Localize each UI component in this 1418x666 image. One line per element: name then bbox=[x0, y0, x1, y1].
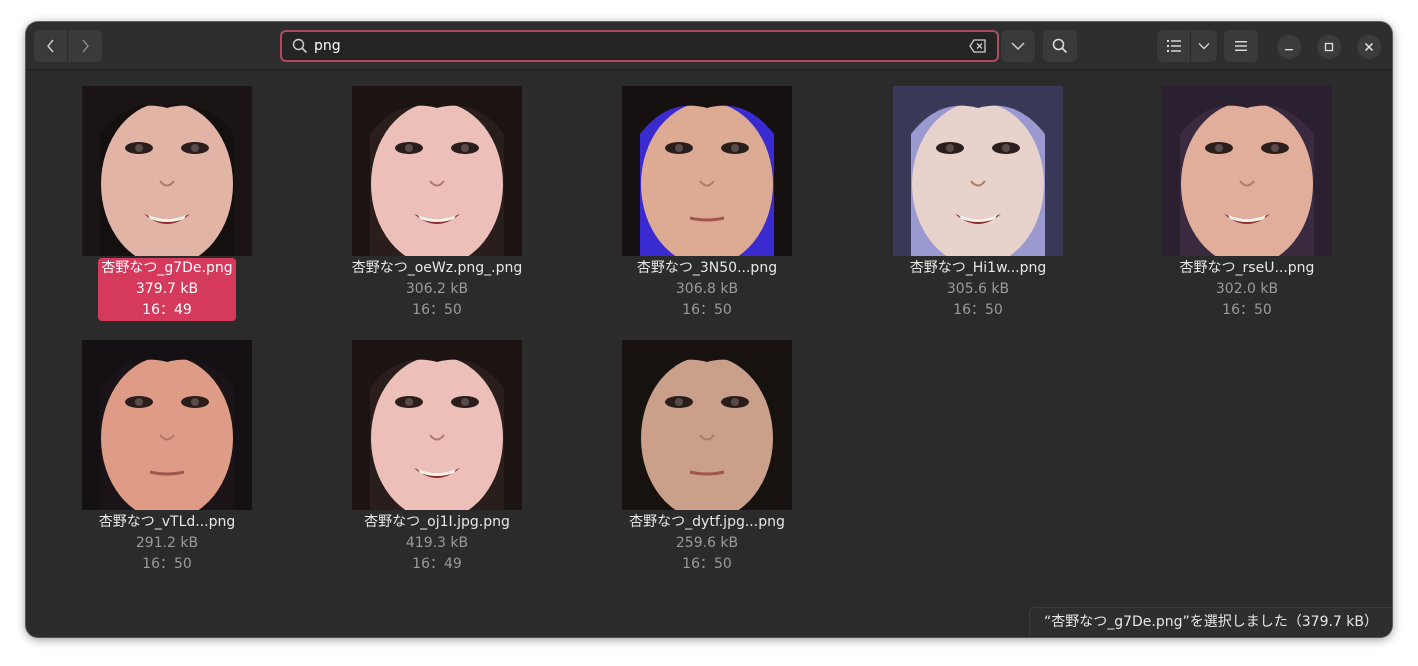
file-item[interactable]: 杏野なつ_oj1I.jpg.png 419.3 kB 16：49 bbox=[317, 340, 557, 580]
file-thumbnail[interactable] bbox=[893, 86, 1063, 256]
file-time: 16：50 bbox=[682, 302, 732, 318]
file-label[interactable]: 杏野なつ_oj1I.jpg.png 419.3 kB 16：49 bbox=[317, 512, 557, 575]
file-item[interactable]: 杏野なつ_dytf.jpg...png 259.6 kB 16：50 bbox=[587, 340, 827, 580]
search-options-dropdown-button[interactable] bbox=[1001, 30, 1035, 62]
file-time: 16：50 bbox=[1222, 302, 1272, 318]
hamburger-menu-icon bbox=[1235, 41, 1247, 51]
close-icon bbox=[1364, 42, 1374, 52]
file-thumbnail[interactable] bbox=[622, 340, 792, 510]
file-label[interactable]: 杏野なつ_rseU...png 302.0 kB 16：50 bbox=[1127, 258, 1367, 321]
header-bar: png bbox=[26, 22, 1392, 70]
file-name: 杏野なつ_oeWz.png_.png bbox=[351, 260, 523, 276]
navigation-button-group bbox=[34, 30, 102, 62]
file-time: 16：49 bbox=[142, 302, 192, 318]
file-item[interactable]: 杏野なつ_rseU...png 302.0 kB 16：50 bbox=[1127, 86, 1367, 326]
maximize-icon bbox=[1324, 42, 1334, 52]
file-size: 291.2 kB bbox=[135, 535, 199, 551]
search-query-text[interactable]: png bbox=[314, 38, 341, 54]
file-label[interactable]: 杏野なつ_g7De.png 379.7 kB 16：49 bbox=[47, 258, 287, 321]
file-thumbnail[interactable] bbox=[82, 86, 252, 256]
file-size: 379.7 kB bbox=[135, 281, 199, 297]
file-item[interactable]: 杏野なつ_vTLd...png 291.2 kB 16：50 bbox=[47, 340, 287, 580]
file-label[interactable]: 杏野なつ_3N50...png 306.8 kB 16：50 bbox=[587, 258, 827, 321]
file-chooser-window: png 杏野なつ_g7De.png 379.7 kB 16：49 杏野なつ_oe… bbox=[26, 22, 1392, 637]
list-view-icon bbox=[1166, 40, 1181, 52]
main-menu-button[interactable] bbox=[1224, 30, 1258, 62]
chevron-right-icon bbox=[82, 39, 89, 53]
file-time: 16：49 bbox=[412, 556, 462, 572]
file-time: 16：50 bbox=[142, 556, 192, 572]
file-item[interactable]: 杏野なつ_Hi1w...png 305.6 kB 16：50 bbox=[858, 86, 1098, 326]
file-label[interactable]: 杏野なつ_Hi1w...png 305.6 kB 16：50 bbox=[858, 258, 1098, 321]
file-thumbnail[interactable] bbox=[1162, 86, 1332, 256]
file-grid: 杏野なつ_g7De.png 379.7 kB 16：49 杏野なつ_oeWz.png_… bbox=[26, 70, 1392, 637]
chevron-down-icon bbox=[1011, 42, 1025, 51]
file-size: 259.6 kB bbox=[675, 535, 739, 551]
file-name: 杏野なつ_rseU...png bbox=[1179, 260, 1315, 276]
file-item[interactable]: 杏野なつ_g7De.png 379.7 kB 16：49 bbox=[47, 86, 287, 326]
search-icon bbox=[1052, 38, 1068, 54]
file-label[interactable]: 杏野なつ_vTLd...png 291.2 kB 16：50 bbox=[47, 512, 287, 575]
file-item[interactable]: 杏野なつ_3N50...png 306.8 kB 16：50 bbox=[587, 86, 827, 326]
list-view-button[interactable] bbox=[1157, 30, 1191, 62]
file-name: 杏野なつ_dytf.jpg...png bbox=[629, 514, 785, 530]
chevron-left-icon bbox=[46, 39, 54, 53]
close-button[interactable] bbox=[1357, 35, 1381, 59]
back-button[interactable] bbox=[34, 30, 68, 62]
file-name: 杏野なつ_oj1I.jpg.png bbox=[364, 514, 510, 530]
search-icon bbox=[292, 38, 308, 54]
search-toggle-button[interactable] bbox=[1043, 30, 1077, 62]
clear-text-icon[interactable] bbox=[969, 39, 987, 53]
file-time: 16：50 bbox=[412, 302, 462, 318]
file-thumbnail[interactable] bbox=[352, 340, 522, 510]
file-label[interactable]: 杏野なつ_dytf.jpg...png 259.6 kB 16：50 bbox=[587, 512, 827, 575]
file-thumbnail[interactable] bbox=[622, 86, 792, 256]
file-item[interactable]: 杏野なつ_oeWz.png_.png 306.2 kB 16：50 bbox=[317, 86, 557, 326]
chevron-down-icon bbox=[1198, 43, 1210, 50]
file-size: 419.3 kB bbox=[405, 535, 469, 551]
status-bar: “杏野なつ_g7De.png”を選択しました（379.7 kB） bbox=[1028, 607, 1392, 637]
minimize-button[interactable] bbox=[1277, 35, 1301, 59]
file-name: 杏野なつ_3N50...png bbox=[636, 260, 778, 276]
file-name: 杏野なつ_Hi1w...png bbox=[909, 260, 1047, 276]
maximize-button[interactable] bbox=[1317, 35, 1341, 59]
file-time: 16：50 bbox=[682, 556, 732, 572]
file-thumbnail[interactable] bbox=[352, 86, 522, 256]
forward-button[interactable] bbox=[68, 30, 102, 62]
search-input[interactable]: png bbox=[280, 30, 999, 62]
file-label[interactable]: 杏野なつ_oeWz.png_.png 306.2 kB 16：50 bbox=[317, 258, 557, 321]
file-size: 305.6 kB bbox=[946, 281, 1010, 297]
minimize-icon bbox=[1285, 49, 1293, 51]
file-name: 杏野なつ_vTLd...png bbox=[98, 514, 236, 530]
view-options-dropdown-button[interactable] bbox=[1191, 30, 1217, 62]
file-thumbnail[interactable] bbox=[82, 340, 252, 510]
file-size: 302.0 kB bbox=[1215, 281, 1279, 297]
file-time: 16：50 bbox=[953, 302, 1003, 318]
file-size: 306.8 kB bbox=[675, 281, 739, 297]
view-mode-group bbox=[1157, 30, 1217, 62]
file-name: 杏野なつ_g7De.png bbox=[101, 260, 233, 276]
file-size: 306.2 kB bbox=[405, 281, 469, 297]
